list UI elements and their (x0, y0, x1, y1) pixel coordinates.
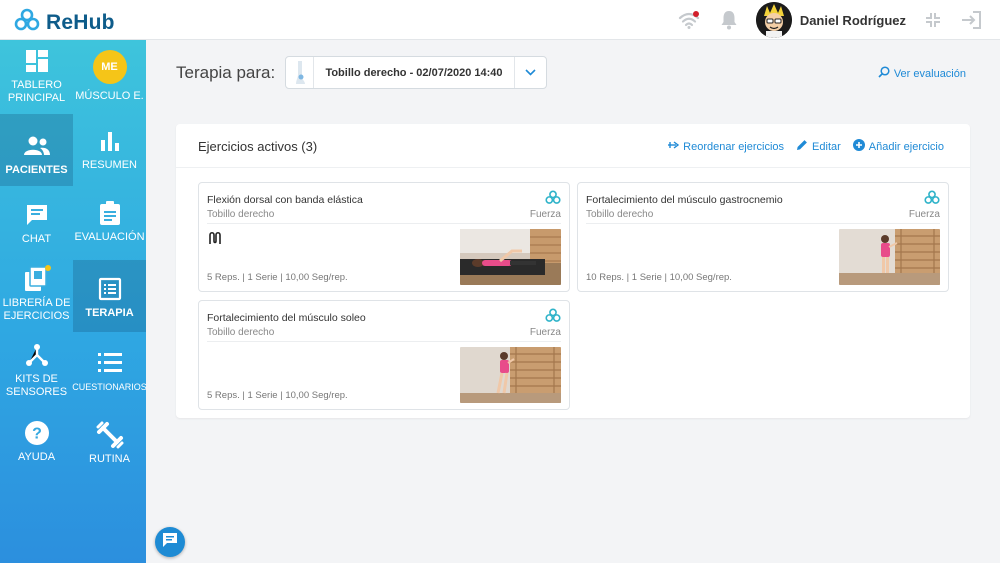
dumbbell-icon (96, 420, 124, 450)
chat-icon (25, 200, 49, 230)
therapy-label: Terapia para: (176, 63, 276, 82)
library-icon (23, 264, 51, 294)
svg-text:?: ? (32, 426, 42, 443)
rehub-logo-icon (545, 190, 561, 210)
exercise-thumbnail (460, 347, 561, 403)
exercise-card[interactable]: Fortalecimiento del músculo soleo Tobill… (198, 300, 570, 410)
user-name[interactable]: Daniel Rodríguez (800, 13, 906, 28)
exercise-thumbnail (460, 229, 561, 285)
list-doc-icon (98, 274, 122, 304)
reorder-exercises-button[interactable]: Reordenar ejercicios (667, 139, 784, 154)
patient-badge: ME (92, 50, 127, 84)
dashboard-icon (25, 46, 49, 76)
active-exercises-panel: Ejercicios activos (3) Reordenar ejercic… (176, 124, 970, 418)
exercise-thumbnail (839, 229, 940, 285)
exercise-type: Fuerza (908, 209, 940, 220)
bar-chart-icon (99, 126, 121, 156)
exercise-meta: 5 Reps. | 1 Serie | 10,00 Seg/rep. (207, 272, 348, 283)
top-bar: ReHub Daniel Rodríguez (0, 0, 1000, 40)
exercise-subtitle: Tobillo derecho (207, 209, 275, 220)
sidebar-item-chat[interactable]: CHAT (0, 200, 73, 250)
sidebar-item-resumen[interactable]: RESUMEN (73, 126, 146, 176)
sidebar-item-label: CUESTIONARIOS (72, 382, 147, 392)
chevron-down-icon[interactable] (514, 57, 546, 88)
edit-label: Editar (812, 140, 841, 153)
sidebar-item-label: MÚSCULO E. (75, 90, 144, 102)
sidebar-item-label: RESUMEN (81, 159, 137, 171)
help-icon: ? (24, 418, 50, 448)
sidebar-item-label: PACIENTES (5, 164, 68, 176)
exercise-meta: 5 Reps. | 1 Serie | 10,00 Seg/rep. (207, 390, 348, 401)
divider (207, 341, 561, 342)
exercise-card[interactable]: Fortalecimiento del músculo gastrocnemio… (577, 182, 949, 292)
sensors-icon (25, 340, 49, 370)
search-icon (878, 66, 890, 81)
therapy-selector[interactable]: Tobillo derecho - 02/07/2020 14:40 (285, 56, 547, 89)
panel-title: Ejercicios activos (3) (198, 139, 318, 154)
collapse-icon[interactable] (920, 12, 946, 28)
chat-button[interactable] (155, 527, 185, 557)
therapy-header: Terapia para: Tobillo derecho - 02/07/20… (176, 56, 970, 90)
add-exercise-label: Añadir ejercicio (868, 140, 944, 153)
sidebar-item-label: AYUDA (17, 451, 56, 463)
sidebar-item-label: RUTINA (89, 453, 130, 465)
divider (207, 223, 561, 224)
sidebar-item-kits[interactable]: KITS DE SENSORES (0, 340, 73, 406)
ver-evaluacion-link[interactable]: Ver evaluación (878, 66, 966, 81)
sidebar-item-label: TABLERO PRINCIPAL (7, 79, 66, 104)
sidebar-item-libreria[interactable]: LIBRERÍA DE EJERCICIOS (0, 264, 73, 330)
sidebar-item-ayuda[interactable]: ? AYUDA (0, 418, 73, 468)
avatar[interactable] (755, 2, 792, 38)
sidebar-item-tablero[interactable]: TABLERO PRINCIPAL (0, 46, 73, 112)
chat-icon (162, 532, 178, 553)
logout-icon[interactable] (958, 11, 984, 29)
exercise-card[interactable]: Flexión dorsal con banda elástica Tobill… (198, 182, 570, 292)
sidebar-item-musculo[interactable]: ME MÚSCULO E. (73, 50, 146, 110)
rehub-logo-icon (545, 308, 561, 328)
clipboard-icon (99, 198, 121, 228)
ankle-thumbnail-icon (286, 57, 314, 88)
checklist-icon (97, 348, 123, 378)
sidebar-item-pacientes[interactable]: PACIENTES (0, 114, 73, 186)
reorder-label: Reordenar ejercicios (683, 140, 785, 153)
exercise-meta: 10 Reps. | 1 Serie | 10,00 Seg/rep. (586, 272, 732, 283)
exercise-subtitle: Tobillo derecho (586, 209, 654, 220)
divider (586, 223, 940, 224)
sidebar-item-terapia[interactable]: TERAPIA (73, 260, 146, 332)
exercise-title: Fortalecimiento del músculo gastrocnemio (586, 194, 783, 206)
sidebar-item-label: TERAPIA (85, 307, 134, 319)
elastic-band-icon (208, 231, 222, 250)
sidebar-item-evaluacion[interactable]: EVALUACIÓN (73, 198, 146, 250)
users-icon (23, 131, 51, 161)
exercise-type: Fuerza (529, 327, 561, 338)
sidebar-item-label: EVALUACIÓN (74, 231, 145, 243)
selected-therapy: Tobillo derecho - 02/07/2020 14:40 (325, 66, 503, 79)
reorder-icon (667, 140, 680, 153)
app-name: ReHub (46, 10, 115, 34)
ver-evaluacion-label: Ver evaluación (893, 67, 966, 80)
plus-circle-icon (852, 139, 865, 154)
app-logo[interactable]: ReHub (14, 8, 115, 37)
edit-button[interactable]: Editar (796, 139, 841, 154)
rehub-logo-icon (924, 190, 940, 210)
sidebar-item-label: CHAT (21, 233, 52, 245)
sidebar-item-label: LIBRERÍA DE EJERCICIOS (2, 297, 71, 322)
add-exercise-button[interactable]: Añadir ejercicio (852, 139, 944, 154)
exercise-type: Fuerza (529, 209, 561, 220)
exercise-subtitle: Tobillo derecho (207, 327, 275, 338)
bell-icon[interactable] (716, 10, 742, 30)
wifi-status-icon[interactable] (676, 11, 702, 29)
sidebar: TABLERO PRINCIPAL PACIENTES CHAT LIBRERÍ… (0, 40, 147, 563)
exercise-title: Flexión dorsal con banda elástica (207, 194, 363, 206)
sidebar-item-cuestionarios[interactable]: CUESTIONARIOS (72, 348, 147, 398)
rehub-logo-icon (14, 8, 40, 37)
exercise-title: Fortalecimiento del músculo soleo (207, 312, 366, 324)
sidebar-item-label: KITS DE SENSORES (5, 373, 68, 398)
panel-header: Ejercicios activos (3) Reordenar ejercic… (176, 124, 970, 168)
sidebar-item-rutina[interactable]: RUTINA (73, 420, 146, 470)
pencil-icon (796, 139, 808, 154)
